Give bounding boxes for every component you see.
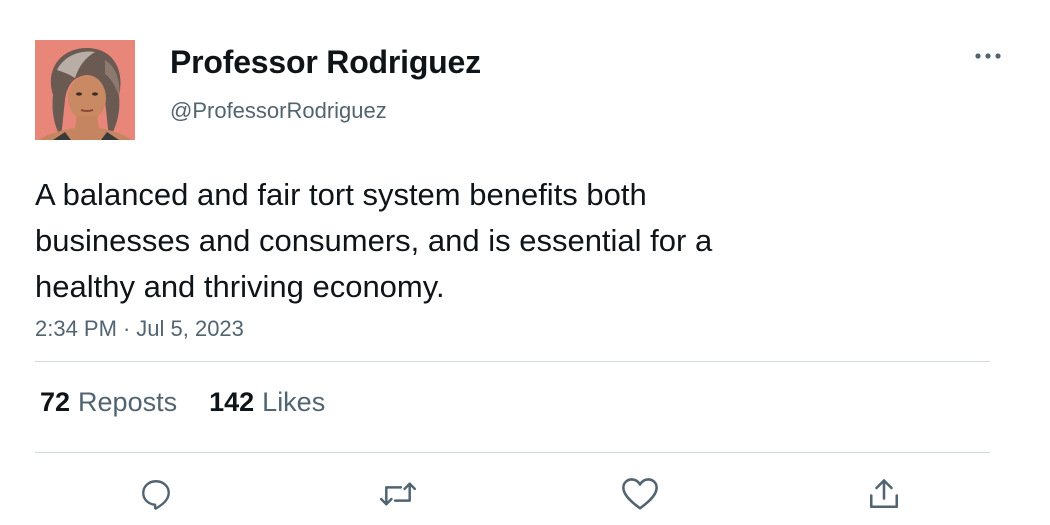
more-horizontal-icon <box>975 53 1001 59</box>
heart-icon <box>622 478 658 510</box>
divider <box>35 361 990 362</box>
engagement-stats: 72 Reposts 142 Likes <box>40 387 325 418</box>
likes-stat[interactable]: 142 Likes <box>209 387 325 418</box>
display-name[interactable]: Professor Rodriguez <box>170 44 481 81</box>
share-icon <box>869 479 899 509</box>
repost-icon <box>379 482 417 506</box>
likes-count: 142 <box>209 387 255 417</box>
like-button[interactable] <box>619 473 661 515</box>
repost-button[interactable] <box>377 473 419 515</box>
timestamp[interactable]: 2:34 PM · Jul 5, 2023 <box>35 316 244 342</box>
divider <box>35 452 990 453</box>
reply-button[interactable] <box>135 473 177 515</box>
action-bar <box>0 473 1050 515</box>
reply-icon <box>142 480 170 510</box>
more-options-button[interactable] <box>968 38 1008 74</box>
avatar[interactable] <box>35 40 135 140</box>
user-handle[interactable]: @ProfessorRodriguez <box>170 98 387 124</box>
timestamp-separator: · <box>122 316 131 341</box>
likes-label: Likes <box>262 387 326 417</box>
tweet-date: Jul 5, 2023 <box>136 316 244 341</box>
tweet-text: A balanced and fair tort system benefits… <box>35 177 713 304</box>
tweet-time: 2:34 PM <box>35 316 117 341</box>
reposts-stat[interactable]: 72 Reposts <box>40 387 177 418</box>
tweet-card: Professor Rodriguez @ProfessorRodriguez … <box>0 0 1050 525</box>
avatar-image <box>35 40 135 140</box>
reposts-count: 72 <box>40 387 71 417</box>
reposts-label: Reposts <box>78 387 178 417</box>
share-button[interactable] <box>863 473 905 515</box>
